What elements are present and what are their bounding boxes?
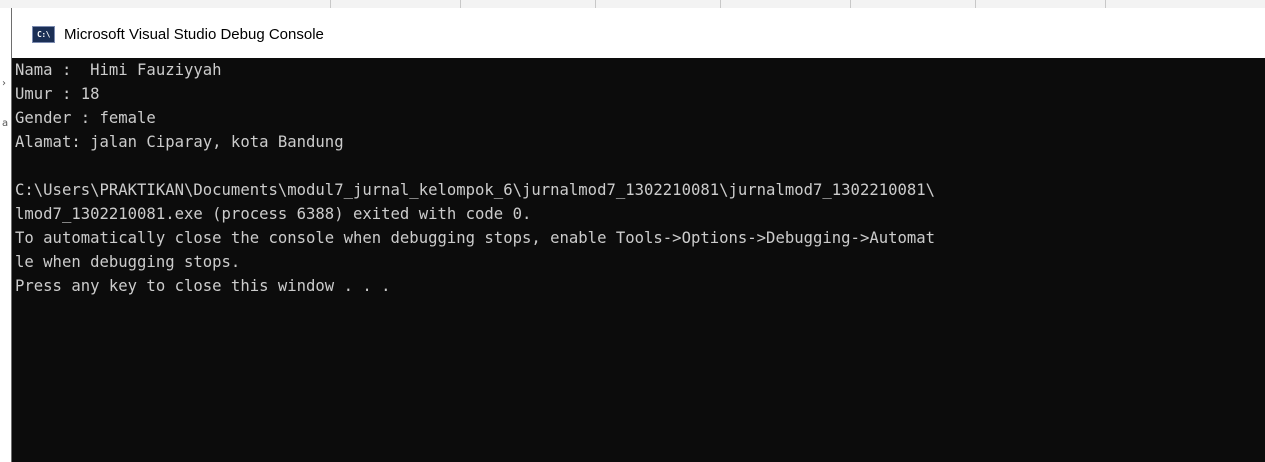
console-line: Alamat: jalan Ciparay, kota Bandung	[15, 133, 344, 151]
console-line: le when debugging stops.	[15, 253, 241, 271]
console-line: Gender : female	[15, 109, 156, 127]
gutter-glyph: ›	[2, 78, 6, 89]
console-line: Nama : Himi Fauziyyah	[15, 61, 222, 79]
console-app-icon: C:\	[32, 25, 55, 43]
debug-console-window: C:\ Microsoft Visual Studio Debug Consol…	[11, 8, 1265, 462]
console-line: To automatically close the console when …	[15, 229, 936, 247]
console-line: Umur : 18	[15, 85, 100, 103]
window-title: Microsoft Visual Studio Debug Console	[64, 25, 324, 43]
console-line: C:\Users\PRAKTIKAN\Documents\modul7_jurn…	[15, 181, 936, 199]
console-line: Press any key to close this window . . .	[15, 277, 391, 295]
title-bar[interactable]: C:\ Microsoft Visual Studio Debug Consol…	[12, 8, 1265, 58]
console-line: lmod7_1302210081.exe (process 6388) exit…	[15, 205, 532, 223]
console-output[interactable]: Nama : Himi Fauziyyah Umur : 18 Gender :…	[15, 58, 1265, 462]
gutter-glyph: a	[2, 118, 9, 129]
